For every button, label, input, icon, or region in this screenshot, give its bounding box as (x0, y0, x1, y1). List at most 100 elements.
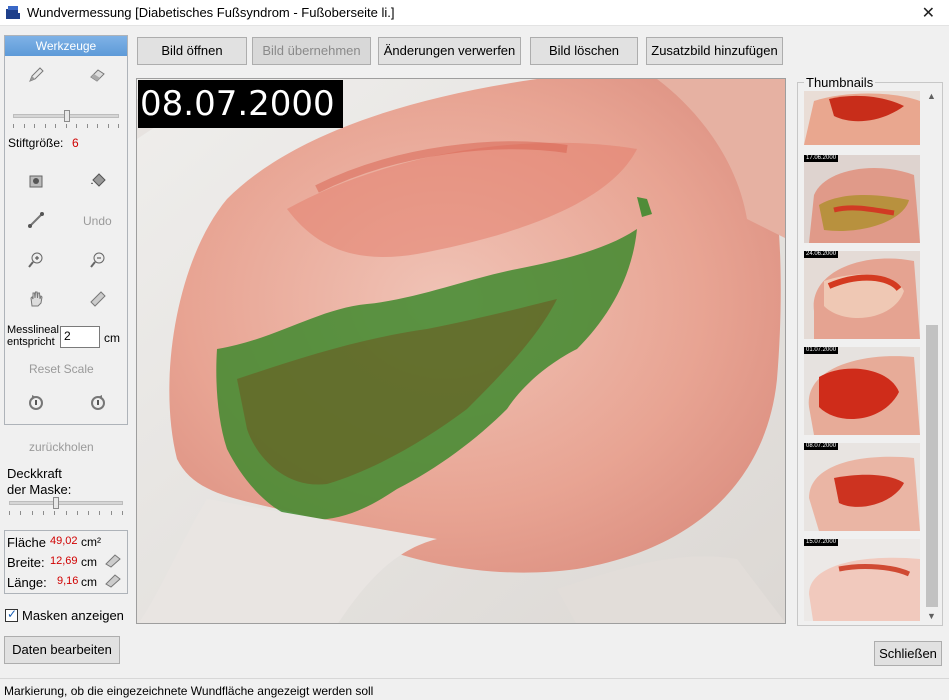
thumbnails-scrollbar[interactable]: ▲ ▼ (924, 89, 940, 623)
edit-data-button[interactable]: Daten bearbeiten (4, 636, 120, 664)
undo-button[interactable]: Undo (83, 214, 112, 228)
thumbnail-date-1: 17.06.2000 (804, 155, 839, 162)
restore-button[interactable]: zurückholen (29, 440, 94, 454)
add-image-button[interactable]: Zusatzbild hinzufügen (646, 37, 783, 65)
checkmark-icon: ✓ (7, 607, 18, 621)
opacity-slider[interactable] (9, 497, 123, 509)
thumbnail-5[interactable]: 15.07.2000 (804, 539, 920, 621)
width-unit: cm (81, 555, 97, 569)
slider-tick (9, 511, 10, 515)
area-value: 49,02 (50, 535, 78, 547)
pen-size-label: Stiftgröße: (8, 136, 64, 150)
slider-tick (54, 511, 55, 515)
show-masks-label[interactable]: Masken anzeigen (22, 608, 124, 623)
ruler-label-line2: entspricht (7, 336, 55, 348)
pen-icon[interactable] (25, 64, 47, 86)
area-unit: cm² (81, 535, 101, 549)
length-unit: cm (81, 575, 97, 589)
slider-tick (32, 511, 33, 515)
open-image-button[interactable]: Bild öffnen (137, 37, 247, 65)
slider-tick (55, 124, 56, 128)
fill-icon[interactable] (25, 170, 47, 192)
thumbnail-date-2: 24.06.2000 (804, 251, 839, 258)
hand-icon[interactable] (25, 288, 47, 310)
thumbnail-list[interactable]: 17.06.2000 24.06.2000 01.07.2000 08.07.2… (804, 91, 924, 621)
length-label: Länge: (7, 575, 47, 590)
rotate-right-icon[interactable] (87, 392, 109, 414)
pen-size-slider-thumb[interactable] (64, 110, 70, 122)
scrollbar-thumb[interactable] (926, 325, 938, 607)
discard-changes-button[interactable]: Änderungen verwerfen (378, 37, 521, 65)
slider-tick (34, 124, 35, 128)
thumbnail-date-4: 08.07.2000 (804, 443, 839, 450)
length-value: 9,16 (57, 575, 79, 587)
width-label: Breite: (7, 555, 45, 570)
slider-tick (66, 511, 67, 515)
ruler-unit: cm (104, 331, 120, 345)
thumbnail-3[interactable]: 01.07.2000 (804, 347, 920, 435)
ruler-icon[interactable] (87, 288, 109, 310)
close-window-icon[interactable]: ✕ (922, 3, 935, 23)
zoom-out-icon[interactable] (87, 249, 109, 271)
slider-tick (97, 124, 98, 128)
show-masks-checkbox[interactable]: ✓ (5, 607, 18, 622)
ruler-value-input[interactable]: 2 (60, 326, 100, 348)
slider-tick (118, 124, 119, 128)
line-icon[interactable] (25, 209, 47, 231)
scroll-up-icon[interactable]: ▲ (927, 91, 936, 101)
thumbnails-group: Thumbnails 17.06.2000 24.06.2000 01.07.2… (797, 75, 943, 626)
thumbnail-image-3 (804, 347, 920, 435)
paint-bucket-icon[interactable] (87, 170, 109, 192)
thumbnail-date-5: 15.07.2000 (804, 539, 839, 546)
thumbnail-2[interactable]: 24.06.2000 (804, 251, 920, 339)
thumbnail-4[interactable]: 08.07.2000 (804, 443, 920, 531)
width-ruler-icon[interactable] (103, 552, 123, 570)
thumbnail-date-3: 01.07.2000 (804, 347, 839, 354)
thumbnail-1[interactable]: 17.06.2000 (804, 155, 920, 243)
slider-tick (87, 124, 88, 128)
thumbnail-image-1 (804, 155, 920, 243)
slider-tick (122, 511, 123, 515)
status-bar: Markierung, ob die eingezeichnete Wundfl… (0, 678, 949, 700)
slider-tick (76, 124, 77, 128)
slider-tick (66, 124, 67, 128)
delete-image-button[interactable]: Bild löschen (530, 37, 638, 65)
accept-image-button[interactable]: Bild übernehmen (252, 37, 371, 65)
opacity-label-line1: Deckkraft (7, 466, 62, 481)
ruler-label-line1: Messlineal (7, 324, 59, 336)
slider-tick (88, 511, 89, 515)
app-icon (6, 6, 20, 19)
length-ruler-icon[interactable] (103, 572, 123, 590)
pen-size-slider[interactable] (13, 110, 119, 122)
thumbnail-image-5 (804, 539, 920, 621)
slider-tick (20, 511, 21, 515)
thumbnail-image-2 (804, 251, 920, 339)
slider-tick (77, 511, 78, 515)
wound-image-view[interactable]: 08.07.2000 (136, 78, 786, 624)
reset-scale-button[interactable]: Reset Scale (29, 362, 94, 376)
tools-panel: Werkzeuge Stiftgröße: 6 Undo Messlineal … (4, 35, 128, 425)
window-title: Wundvermessung [Diabetisches Fußsyndrom … (27, 5, 395, 20)
title-bar: Wundvermessung [Diabetisches Fußsyndrom … (0, 0, 949, 26)
width-value: 12,69 (50, 555, 78, 567)
slider-tick (45, 124, 46, 128)
scroll-down-icon[interactable]: ▼ (927, 611, 936, 621)
eraser-icon[interactable] (87, 64, 109, 86)
slider-tick (108, 124, 109, 128)
pen-size-ticks (13, 124, 119, 128)
thumbnail-0[interactable] (804, 91, 920, 145)
pen-size-value: 6 (72, 136, 79, 150)
image-date-overlay: 08.07.2000 (138, 80, 343, 128)
slider-tick (43, 511, 44, 515)
measurements-box: Fläche 49,02 cm² Breite: 12,69 cm Länge:… (4, 530, 128, 594)
opacity-slider-thumb[interactable] (53, 497, 59, 509)
status-text: Markierung, ob die eingezeichnete Wundfl… (4, 684, 374, 698)
zoom-in-icon[interactable] (25, 249, 47, 271)
opacity-label-line2: der Maske: (7, 482, 72, 497)
rotate-left-icon[interactable] (25, 392, 47, 414)
opacity-ticks (9, 511, 123, 515)
slider-tick (24, 124, 25, 128)
close-button[interactable]: Schließen (874, 641, 942, 666)
wound-photo (137, 79, 785, 623)
tools-header: Werkzeuge (5, 36, 127, 56)
